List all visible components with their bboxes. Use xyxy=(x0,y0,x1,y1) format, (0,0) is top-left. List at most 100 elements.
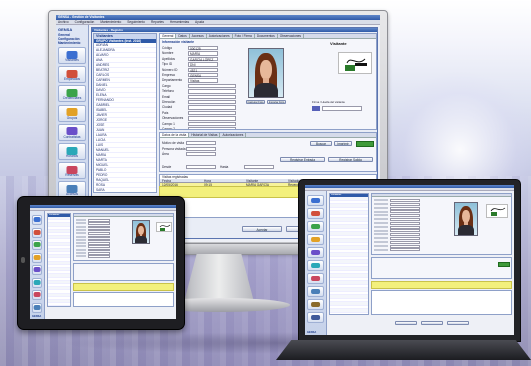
mini-sidebar-item[interactable] xyxy=(307,273,324,284)
mini-field-input[interactable] xyxy=(389,210,420,214)
mini-sidebar-item[interactable] xyxy=(32,240,42,250)
menu-item-0[interactable]: Archivo xyxy=(58,20,69,24)
visit-tab-2[interactable]: Autorizaciones xyxy=(220,133,247,137)
print-button[interactable]: Imprimir xyxy=(334,141,352,146)
mini-field-input[interactable] xyxy=(389,202,420,206)
sidebar-item-3[interactable]: Grupos xyxy=(58,104,86,122)
form-tab-5[interactable]: Documentos xyxy=(255,34,278,38)
visit-field-input[interactable] xyxy=(186,141,216,146)
mini-field-input[interactable] xyxy=(389,206,420,210)
mini-field-input[interactable] xyxy=(87,242,110,245)
form-field-input[interactable]: GENSA xyxy=(188,73,218,78)
register-entry-button[interactable]: Registrar Entrada xyxy=(280,157,325,162)
form-field-input[interactable]: Visitas xyxy=(188,78,218,83)
tablet-visitor-list[interactable]: Visitantes xyxy=(47,213,71,307)
mini-sidebar-item[interactable] xyxy=(307,195,324,206)
mini-sidebar-item[interactable] xyxy=(32,302,42,313)
form-field-input[interactable] xyxy=(188,94,236,99)
mini-sidebar-item[interactable] xyxy=(32,277,42,288)
mini-sidebar-item[interactable] xyxy=(307,299,324,310)
form-field-input[interactable] xyxy=(188,83,236,89)
import-photo-button[interactable]: Importar Foto xyxy=(267,100,286,104)
laptop-apply-button[interactable] xyxy=(447,321,469,325)
form-tab-0[interactable]: General xyxy=(160,34,177,38)
mini-sidebar-item[interactable] xyxy=(307,247,324,258)
mini-sidebar-item[interactable] xyxy=(307,312,324,323)
mini-field-input[interactable] xyxy=(87,235,110,239)
mini-list-row[interactable] xyxy=(48,303,70,306)
sidebar-item-1[interactable]: Empleados xyxy=(58,66,86,84)
sidebar-item-2[interactable]: Credenciales xyxy=(58,85,86,103)
mini-field-input[interactable] xyxy=(389,237,420,240)
mini-field-input[interactable] xyxy=(87,232,110,235)
mini-field-input[interactable] xyxy=(389,214,420,218)
visitor-list[interactable]: Visitantes GRUPO Visitantes (Inst. 2016)… xyxy=(93,33,157,193)
form-field-input[interactable]: MARÍA xyxy=(188,51,218,56)
mini-field-input[interactable] xyxy=(389,248,420,252)
mini-sidebar-item[interactable] xyxy=(307,208,324,219)
form-field-input[interactable]: DNI xyxy=(188,62,218,67)
mini-field-input[interactable] xyxy=(389,244,420,248)
visit-field-input[interactable] xyxy=(186,165,216,170)
menu-item-4[interactable]: Reportes xyxy=(151,20,164,24)
mini-sidebar-item[interactable] xyxy=(307,221,324,232)
visitor-list-row[interactable]: SARA xyxy=(94,188,156,192)
laptop-visitor-list[interactable]: Visitantes xyxy=(329,193,369,315)
search-button[interactable]: Buscar xyxy=(310,141,332,146)
sidebar-item-5[interactable]: Horarios xyxy=(58,143,86,160)
mini-sidebar-item[interactable] xyxy=(307,260,324,271)
visit-field-input[interactable] xyxy=(186,152,216,157)
visit-tab-0[interactable]: Datos de la visita xyxy=(160,133,190,137)
mini-sidebar-item[interactable] xyxy=(32,265,42,275)
mini-field-input[interactable] xyxy=(87,222,110,225)
mini-field-input[interactable] xyxy=(389,229,420,233)
signature-field[interactable] xyxy=(322,106,362,111)
form-field-input[interactable]: 000125 xyxy=(188,46,218,51)
register-exit-button[interactable]: Registrar Salida xyxy=(328,157,373,162)
bottom-button-0[interactable]: Aceptar xyxy=(242,226,282,232)
mini-sidebar-item[interactable] xyxy=(307,234,324,245)
mini-field-input[interactable] xyxy=(389,199,420,202)
sidebar-caption-2[interactable]: Mantenimiento xyxy=(58,41,81,45)
mini-field-input[interactable] xyxy=(87,228,110,232)
form-field-input[interactable] xyxy=(188,89,236,94)
mini-list-row[interactable] xyxy=(330,312,368,314)
mini-sidebar-item[interactable] xyxy=(32,290,42,300)
mini-field-input[interactable] xyxy=(389,233,420,237)
menu-item-6[interactable]: Ayuda xyxy=(195,20,204,24)
mini-field-input[interactable] xyxy=(87,219,110,222)
sidebar-item-6[interactable]: Reservas xyxy=(58,162,86,180)
form-tab-2[interactable]: Accesos xyxy=(190,34,207,38)
mini-field-input[interactable] xyxy=(87,225,110,229)
menu-item-3[interactable]: Seguimiento xyxy=(127,20,145,24)
capture-photo-button[interactable]: Capturar Foto xyxy=(246,100,265,104)
visit-tab-1[interactable]: Historial de Visitas xyxy=(189,133,221,137)
laptop-ok-button[interactable] xyxy=(395,321,417,325)
tablet-grid[interactable] xyxy=(73,292,174,307)
mini-field-input[interactable] xyxy=(389,240,420,244)
mini-sidebar-item[interactable] xyxy=(32,215,42,225)
visit-field-input[interactable] xyxy=(186,146,216,151)
laptop-grid[interactable] xyxy=(371,290,512,315)
visit-field-input[interactable] xyxy=(244,165,274,170)
mini-field-input[interactable] xyxy=(389,218,420,221)
sidebar-item-4[interactable]: Contratistas xyxy=(58,123,86,141)
mini-field-input[interactable] xyxy=(87,255,110,258)
sidebar-item-0[interactable]: Visitantes xyxy=(58,47,86,64)
form-field-input[interactable] xyxy=(188,127,236,129)
mini-field-input[interactable] xyxy=(87,245,110,248)
form-field-input[interactable]: 4521 xyxy=(188,67,218,73)
mini-field-input[interactable] xyxy=(87,248,110,252)
laptop-cancel-button[interactable] xyxy=(421,321,443,325)
form-field-input[interactable]: GARCÍA LÓPEZ xyxy=(188,56,218,62)
form-tab-1[interactable]: Datos xyxy=(176,34,190,38)
mini-sidebar-item[interactable] xyxy=(32,227,42,238)
mini-sidebar-item[interactable] xyxy=(307,286,324,297)
form-tab-6[interactable]: Observaciones xyxy=(278,34,304,38)
form-field-input[interactable] xyxy=(188,121,236,126)
form-field-input[interactable] xyxy=(188,116,236,121)
mini-field-input[interactable] xyxy=(389,221,420,225)
menu-item-5[interactable]: Herramientas xyxy=(170,20,189,24)
menu-item-2[interactable]: Mantenimiento xyxy=(100,20,121,24)
mini-field-input[interactable] xyxy=(87,238,110,242)
